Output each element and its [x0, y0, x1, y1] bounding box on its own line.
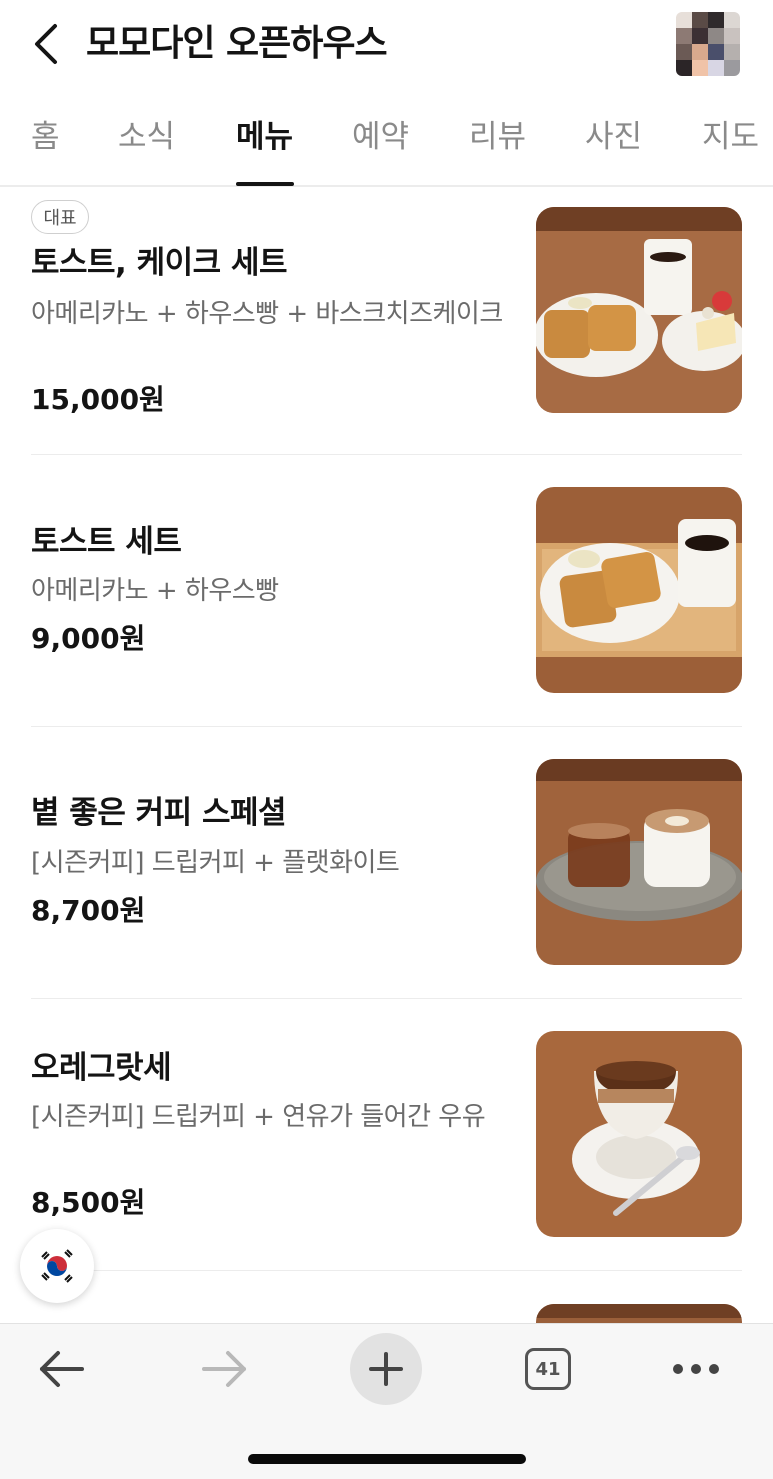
arrow-right-icon [202, 1351, 246, 1387]
tab-count-badge: 41 [525, 1348, 571, 1390]
menu-item-description: 아메리카노 + 하우스빵 + 바스크치즈케이크 [31, 299, 503, 329]
tab-map[interactable]: 지도 [702, 117, 759, 157]
korea-flag-icon [40, 1249, 74, 1283]
coffee-special-photo [536, 759, 742, 965]
menu-item-name: 토스트, 케이크 세트 [31, 245, 288, 281]
menu-item-price: 15,000원 [31, 383, 165, 416]
app-header: 모모다인 오픈하우스 [0, 0, 773, 95]
chevron-left-icon [35, 24, 57, 64]
toast-cake-set-photo [536, 207, 742, 413]
tab-news[interactable]: 소식 [118, 117, 175, 157]
more-button[interactable] [656, 1334, 736, 1404]
more-dots-icon [673, 1364, 719, 1374]
arrow-left-icon [40, 1351, 84, 1387]
tab-home[interactable]: 홈 [31, 117, 60, 157]
representative-badge: 대표 [31, 200, 89, 234]
plus-icon [369, 1352, 403, 1386]
tab-bar: 홈 소식 메뉴 예약 리뷰 사진 지도 [0, 95, 773, 187]
tab-menu[interactable]: 메뉴 [236, 117, 293, 157]
new-tab-button[interactable] [346, 1333, 426, 1405]
menu-item-name: 오레그랏세 [31, 1050, 172, 1086]
page-title: 모모다인 오픈하우스 [86, 23, 388, 64]
tabs-button[interactable]: 41 [508, 1334, 588, 1404]
profile-avatar[interactable] [676, 12, 740, 76]
back-button[interactable] [22, 18, 70, 70]
home-indicator [248, 1454, 526, 1464]
divider [31, 1270, 742, 1271]
browser-forward-button[interactable] [184, 1334, 264, 1404]
menu-item-description: [시즌커피] 드립커피 + 플랫화이트 [31, 848, 400, 878]
language-button[interactable] [20, 1229, 94, 1303]
menu-item[interactable]: 오레그랏세 [시즌커피] 드립커피 + 연유가 들어간 우유 8,500원 [0, 999, 773, 1269]
browser-back-button[interactable] [22, 1334, 102, 1404]
tab-reservation[interactable]: 예약 [352, 117, 409, 157]
menu-item[interactable]: 대표 토스트, 케이크 세트 아메리카노 + 하우스빵 + 바스크치즈케이크 1… [0, 190, 773, 452]
tab-photos[interactable]: 사진 [585, 117, 642, 157]
menu-item-price: 9,000원 [31, 622, 146, 655]
menu-item[interactable]: 볕 좋은 커피 스페셜 [시즌커피] 드립커피 + 플랫화이트 8,700원 [0, 727, 773, 997]
menu-item-description: [시즌커피] 드립커피 + 연유가 들어간 우유 [31, 1102, 486, 1132]
menu-item-name: 볕 좋은 커피 스페셜 [31, 795, 287, 831]
active-tab-indicator [236, 182, 294, 186]
menu-item[interactable]: 토스트 세트 아메리카노 + 하우스빵 9,000원 [0, 455, 773, 725]
menu-item-name: 토스트 세트 [31, 524, 182, 560]
toast-set-photo [536, 487, 742, 693]
browser-toolbar: 41 [0, 1323, 773, 1479]
ore-glace-photo [536, 1031, 742, 1237]
menu-item-description: 아메리카노 + 하우스빵 [31, 576, 279, 606]
menu-item-price: 8,700원 [31, 894, 146, 927]
tab-reviews[interactable]: 리뷰 [469, 117, 526, 157]
menu-item-price: 8,500원 [31, 1186, 146, 1219]
